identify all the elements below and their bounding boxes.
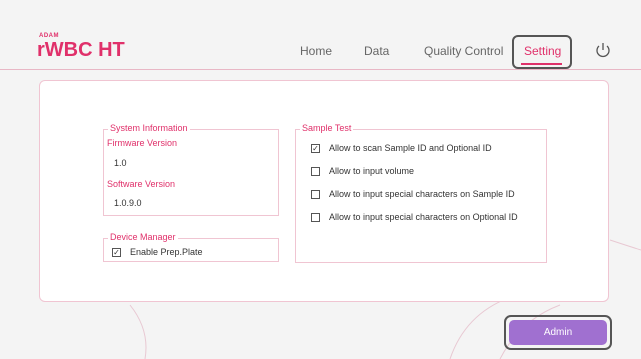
admin-button-highlight: Admin: [504, 315, 612, 350]
software-version-label: Software Version: [107, 179, 176, 189]
nav-data[interactable]: Data: [364, 44, 389, 58]
nav-quality-control[interactable]: Quality Control: [424, 44, 503, 58]
device-manager-group: Device Manager ✓ Enable Prep.Plate: [103, 232, 279, 262]
sample-test-title: Sample Test: [300, 123, 354, 133]
brand-name: WBC HT: [44, 39, 125, 61]
device-manager-title: Device Manager: [108, 232, 178, 242]
special-chars-optional-id-label: Allow to input special characters on Opt…: [329, 212, 518, 222]
header-divider: [0, 69, 641, 70]
power-icon[interactable]: [594, 41, 612, 59]
nav-home[interactable]: Home: [300, 44, 332, 58]
special-chars-sample-id-checkbox[interactable]: [311, 189, 320, 199]
settings-card: System Information Firmware Version 1.0 …: [39, 80, 609, 302]
sample-test-group: Sample Test ✓ Allow to scan Sample ID an…: [295, 123, 547, 263]
system-information-title: System Information: [108, 123, 190, 133]
sample-test-option[interactable]: Allow to input special characters on Sam…: [311, 189, 515, 199]
software-version-value: 1.0.9.0: [114, 198, 142, 208]
special-chars-optional-id-checkbox[interactable]: [311, 212, 320, 222]
nav-setting[interactable]: Setting: [524, 44, 561, 58]
system-information-group: System Information Firmware Version 1.0 …: [103, 123, 279, 216]
firmware-version-label: Firmware Version: [107, 138, 178, 148]
input-volume-label: Allow to input volume: [329, 166, 415, 176]
enable-prep-plate-label: Enable Prep.Plate: [130, 247, 203, 257]
brand-logo: rWBC HT: [37, 39, 125, 62]
special-chars-sample-id-label: Allow to input special characters on Sam…: [329, 189, 515, 199]
nav-setting-underline: [521, 63, 562, 65]
header: ADAM rWBC HT Home Data Quality Control S…: [0, 0, 641, 69]
firmware-version-value: 1.0: [114, 158, 127, 168]
sample-test-option[interactable]: ✓ Allow to scan Sample ID and Optional I…: [311, 143, 492, 153]
scan-ids-label: Allow to scan Sample ID and Optional ID: [329, 143, 492, 153]
enable-prep-plate-checkbox[interactable]: ✓: [112, 247, 121, 257]
sample-test-option[interactable]: Allow to input volume: [311, 166, 414, 176]
brand-prefix: r: [37, 39, 45, 61]
scan-ids-checkbox[interactable]: ✓: [311, 143, 320, 153]
input-volume-checkbox[interactable]: [311, 166, 320, 176]
sample-test-option[interactable]: Allow to input special characters on Opt…: [311, 212, 518, 222]
enable-prep-plate-option[interactable]: ✓ Enable Prep.Plate: [112, 247, 203, 257]
admin-button[interactable]: Admin: [509, 320, 607, 345]
